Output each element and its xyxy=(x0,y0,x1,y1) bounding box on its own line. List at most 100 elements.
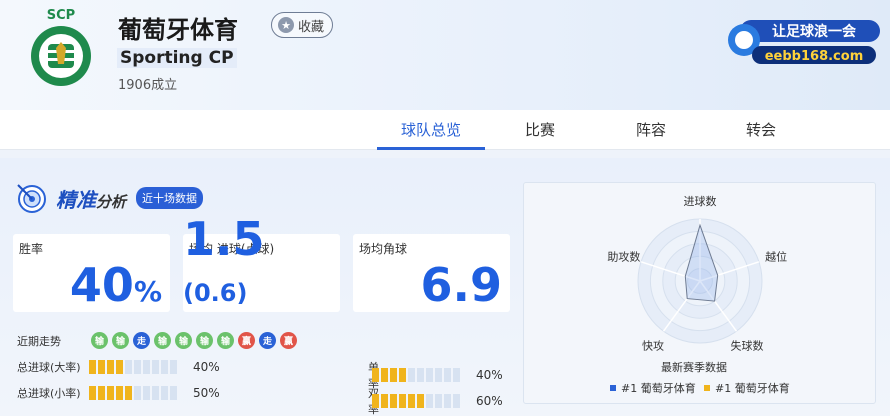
avg-corners-value: 6.9 xyxy=(420,258,503,312)
stat-bars xyxy=(372,368,460,382)
stat-bar-segment xyxy=(170,386,177,400)
stat-bar-segment xyxy=(381,394,388,408)
legend-item: #1 葡萄牙体育 xyxy=(704,380,790,396)
stat-bar-segment xyxy=(399,394,406,408)
trend-badge: 赢 xyxy=(238,332,255,349)
legend-swatch xyxy=(704,385,710,391)
stat-bar-segment xyxy=(98,360,105,374)
trend-badge: 输 xyxy=(175,332,192,349)
stat-label: 总进球(大率) xyxy=(17,361,81,374)
recent-trend: 近期走势 输输走输输输输赢走赢 xyxy=(17,332,301,349)
avg-corners-label: 场均角球 xyxy=(359,242,408,256)
team-founded: 1906成立 xyxy=(118,78,178,93)
stat-bar-segment xyxy=(372,394,379,408)
stat-bar-segment xyxy=(417,368,424,382)
analysis-title-text: 精准分析 xyxy=(56,187,127,212)
stat-bar-segment xyxy=(426,368,433,382)
trend-badge: 走 xyxy=(133,332,150,349)
favorite-button[interactable]: ★ 收藏 xyxy=(271,12,334,38)
stat-percent: 40% xyxy=(476,368,503,382)
win-rate-card: 胜率 40% xyxy=(13,234,170,312)
trend-badge: 输 xyxy=(196,332,213,349)
stat-even: 双率 60% xyxy=(368,385,503,416)
stat-bar-segment xyxy=(116,386,123,400)
legend-label: #1 葡萄牙体育 xyxy=(715,382,790,395)
radar-axis-label: 越位 xyxy=(765,249,787,263)
stat-bar-segment xyxy=(152,386,159,400)
radar-caption: 最新赛季数据 xyxy=(661,361,727,374)
stat-bars xyxy=(89,360,177,374)
trend-badge: 输 xyxy=(217,332,234,349)
trend-badge: 输 xyxy=(91,332,108,349)
stat-percent: 40% xyxy=(193,360,220,374)
stat-bar-segment xyxy=(116,360,123,374)
stat-bar-segment xyxy=(125,360,132,374)
trend-badges: 输输走输输输输赢走赢 xyxy=(91,332,301,349)
trend-badge: 走 xyxy=(259,332,276,349)
stat-bar-segment xyxy=(143,386,150,400)
trend-badge: 赢 xyxy=(280,332,297,349)
team-header: SCP 葡萄牙体育 ★ 收藏 Sporting CP 1906成立 让足球浪一会… xyxy=(0,0,890,110)
stat-bar-segment xyxy=(426,394,433,408)
stat-bar-segment xyxy=(444,368,451,382)
stat-bar-segment xyxy=(170,360,177,374)
stat-bar-segment xyxy=(161,360,168,374)
stat-bars xyxy=(89,386,177,400)
star-icon: ★ xyxy=(278,17,294,33)
svg-text:SCP: SCP xyxy=(47,8,75,23)
stat-bar-segment xyxy=(453,368,460,382)
tab-matches[interactable]: 比赛 xyxy=(510,110,570,150)
radar-panel: 进球数越位失球数 快攻 助攻数 最新赛季数据 #1 葡萄牙体育 #1 葡萄牙体育 xyxy=(523,182,876,404)
stat-bar-segment xyxy=(107,360,114,374)
radar-axis-label: 快攻 xyxy=(642,339,664,353)
stat-bar-segment xyxy=(125,386,132,400)
stat-bar-segment xyxy=(417,394,424,408)
trend-badge: 输 xyxy=(112,332,129,349)
radar-axis-label: 失球数 xyxy=(731,339,764,353)
avg-goals-value: 1.5 (0.6) xyxy=(183,212,265,307)
stat-label: 总进球(小率) xyxy=(17,387,81,400)
favorite-label: 收藏 xyxy=(298,19,325,35)
analysis-title: 精准分析 近十场数据 xyxy=(14,182,204,214)
avg-corners-card: 场均角球 6.9 xyxy=(353,234,510,312)
win-rate-value: 40% xyxy=(69,258,162,312)
stat-bar-segment xyxy=(89,360,96,374)
stat-bar-segment xyxy=(435,394,442,408)
stat-bar-segment xyxy=(399,368,406,382)
team-name: 葡萄牙体育 xyxy=(118,16,238,44)
trend-label: 近期走势 xyxy=(17,334,61,348)
radar-axis-label: 助攻数 xyxy=(607,249,640,263)
stat-over: 总进球(大率) 40% xyxy=(17,359,220,375)
stat-bar-segment xyxy=(134,360,141,374)
team-english-name: Sporting CP xyxy=(117,48,237,68)
stat-bar-segment xyxy=(89,386,96,400)
svg-text:eebb168.com: eebb168.com xyxy=(765,49,864,64)
stat-bar-segment xyxy=(453,394,460,408)
svg-text:让足球浪一会: 让足球浪一会 xyxy=(772,23,857,40)
avg-goals-card: 场均 进球(点球) 1.5 (0.6) xyxy=(183,216,340,312)
stat-under: 总进球(小率) 50% xyxy=(17,385,220,401)
stat-bars xyxy=(372,394,460,408)
stat-bar-segment xyxy=(161,386,168,400)
stat-bar-segment xyxy=(408,368,415,382)
tab-transfers[interactable]: 转会 xyxy=(731,110,791,150)
tab-overview[interactable]: 球队总览 xyxy=(377,110,485,150)
stat-bar-segment xyxy=(408,394,415,408)
stat-bar-segment xyxy=(107,386,114,400)
stat-bar-segment xyxy=(152,360,159,374)
stat-bar-segment xyxy=(390,368,397,382)
stat-percent: 60% xyxy=(476,394,503,408)
stat-percent: 50% xyxy=(193,386,220,400)
tab-bar: 球队总览 比赛 阵容 转会 xyxy=(0,110,890,150)
recent-ten-badge: 近十场数据 xyxy=(136,187,204,209)
team-logo: SCP xyxy=(31,8,91,86)
radar-axis-label: 进球数 xyxy=(684,194,717,208)
stat-bar-segment xyxy=(390,394,397,408)
stat-bar-segment xyxy=(143,360,150,374)
stat-bar-segment xyxy=(98,386,105,400)
tab-squad[interactable]: 阵容 xyxy=(621,110,681,150)
legend-item: #1 葡萄牙体育 xyxy=(610,380,696,396)
brand-logo[interactable]: 让足球浪一会 eebb168.com xyxy=(722,14,882,70)
stat-bar-segment xyxy=(435,368,442,382)
stat-bar-segment xyxy=(134,386,141,400)
